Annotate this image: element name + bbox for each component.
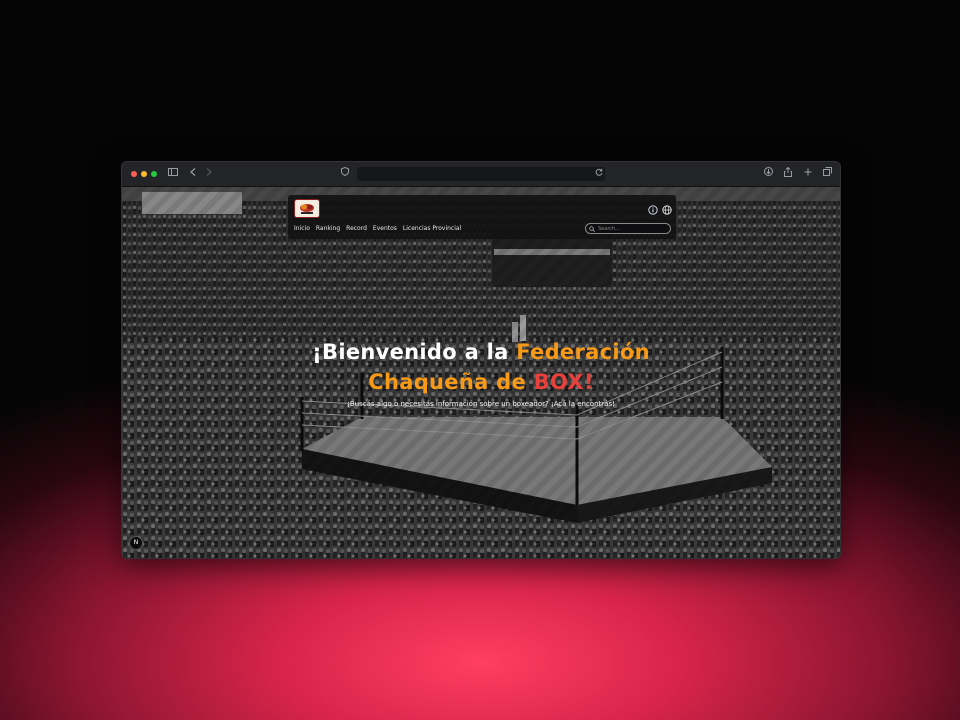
browser-toolbar [122, 162, 840, 187]
federation-logo[interactable] [294, 199, 320, 218]
search-placeholder: Search... [598, 226, 620, 232]
sidebar-icon[interactable] [166, 167, 180, 181]
hero-title-federacion: Federación [516, 340, 650, 364]
nav-link-record[interactable]: Record [346, 225, 367, 232]
page-content: Inicio Ranking Record Eventos Licencias … [122, 187, 840, 558]
nav-link-licencias[interactable]: Licencias Provincial [403, 225, 461, 232]
address-bar[interactable] [357, 167, 605, 181]
shield-icon[interactable] [338, 166, 352, 181]
hero-title-box: BOX! [533, 370, 594, 394]
maximize-window-button[interactable] [151, 171, 157, 177]
share-icon[interactable] [781, 166, 795, 181]
globe-icon[interactable] [662, 205, 672, 215]
hero-title-chaquena: Chaqueña de [368, 370, 534, 394]
back-icon[interactable] [186, 167, 200, 181]
search-icon [589, 226, 595, 232]
new-tab-icon[interactable] [801, 167, 815, 181]
browser-window: Inicio Ranking Record Eventos Licencias … [121, 161, 841, 559]
hero-subtitle: ¡Buscás algo o necesitás información sob… [347, 400, 615, 408]
download-icon[interactable] [761, 167, 775, 181]
nextjs-badge[interactable]: N [129, 536, 143, 550]
info-icon[interactable] [648, 205, 658, 215]
tabs-icon[interactable] [820, 167, 834, 181]
nav-links: Inicio Ranking Record Eventos Licencias … [294, 225, 461, 232]
site-navbar: Inicio Ranking Record Eventos Licencias … [288, 195, 676, 239]
nav-link-inicio[interactable]: Inicio [294, 225, 310, 232]
search-input[interactable]: Search... [585, 223, 671, 234]
minimize-window-button[interactable] [141, 171, 147, 177]
nav-link-eventos[interactable]: Eventos [373, 225, 397, 232]
nav-link-ranking[interactable]: Ranking [316, 225, 340, 232]
reload-icon[interactable] [592, 167, 606, 181]
hero-title-part1: ¡Bienvenido a la [312, 340, 517, 364]
forward-icon[interactable] [202, 167, 216, 181]
close-window-button[interactable] [131, 171, 137, 177]
hero-title: ¡Bienvenido a la Federación Chaqueña de … [122, 337, 840, 397]
